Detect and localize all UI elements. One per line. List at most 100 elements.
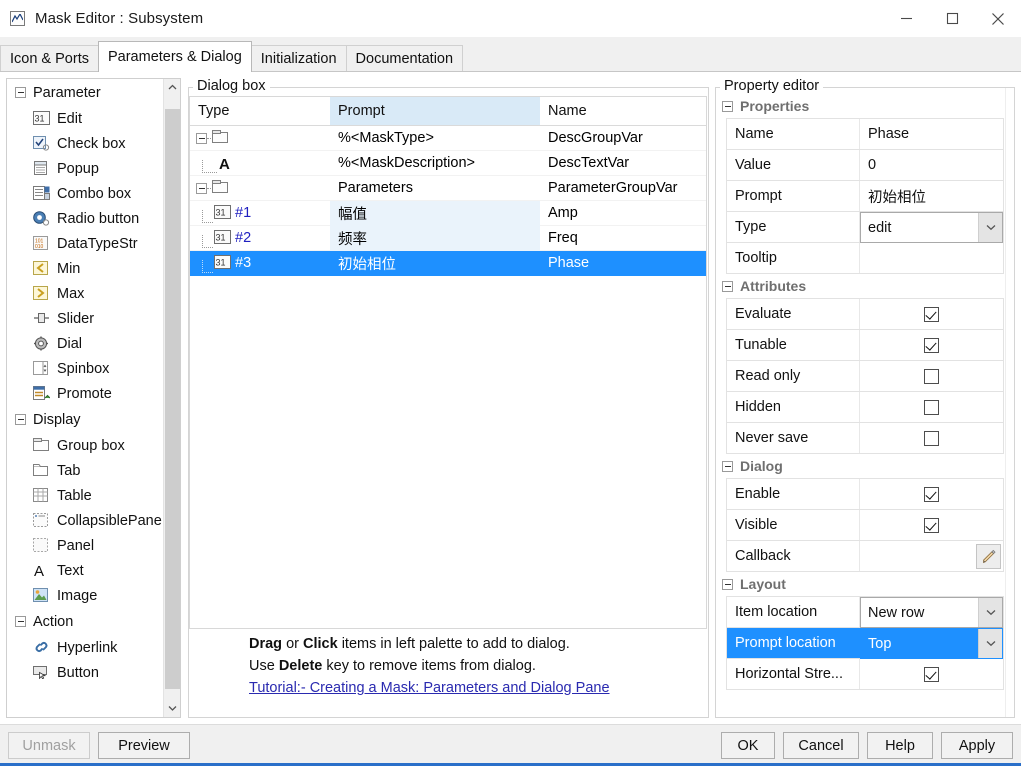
property-row-enable[interactable]: Enable <box>727 479 1003 510</box>
property-row-tunable[interactable]: Tunable <box>727 330 1003 361</box>
property-value-value[interactable]: 0 <box>860 150 1003 180</box>
palette-item-panel[interactable]: Panel <box>7 533 164 558</box>
table-row[interactable]: A %<MaskDescription> DescTextVar <box>190 151 706 176</box>
palette-item-datatypestr[interactable]: 101 010 DataTypeStr <box>7 231 164 256</box>
unmask-button[interactable]: Unmask <box>8 732 90 759</box>
property-row-type[interactable]: Type edit <box>727 212 1003 243</box>
preview-button[interactable]: Preview <box>98 732 190 759</box>
palette-item-table[interactable]: Table <box>7 483 164 508</box>
expand-collapse-icon[interactable] <box>196 132 207 144</box>
table-row[interactable]: 31 #1 幅值 Amp <box>190 200 706 226</box>
property-row-callback[interactable]: Callback <box>727 541 1003 572</box>
property-row-read-only[interactable]: Read only <box>727 361 1003 392</box>
property-row-evaluate[interactable]: Evaluate <box>727 299 1003 330</box>
palette-item-image[interactable]: Image <box>7 583 164 608</box>
maximize-icon[interactable] <box>929 0 975 37</box>
apply-button[interactable]: Apply <box>941 732 1013 759</box>
type-dropdown[interactable]: edit <box>860 212 1003 243</box>
scroll-up-icon[interactable] <box>164 79 180 96</box>
property-value-name[interactable]: Phase <box>860 119 1003 149</box>
palette-item-group-box[interactable]: Group box <box>7 433 164 458</box>
prompt-location-dropdown[interactable]: Top <box>860 628 1003 659</box>
evaluate-checkbox[interactable] <box>924 306 939 322</box>
property-value-evaluate[interactable] <box>860 299 1003 329</box>
palette-scrollbar-thumb[interactable] <box>165 109 180 689</box>
tunable-checkbox[interactable] <box>924 337 939 353</box>
property-value-callback[interactable] <box>860 541 1003 571</box>
palette-item-spinbox[interactable]: Spinbox <box>7 356 164 381</box>
section-layout[interactable]: Layout <box>716 572 1008 596</box>
table-row[interactable]: %<MaskType> DescGroupVar <box>190 126 706 151</box>
dialog-tree[interactable]: Type Prompt Name %<MaskType> DescGroupVa… <box>189 96 707 629</box>
palette-item-dial[interactable]: Dial <box>7 331 164 356</box>
property-value-hidden[interactable] <box>860 392 1003 422</box>
collapse-icon[interactable] <box>722 578 733 590</box>
collapse-icon[interactable] <box>15 87 26 98</box>
property-value-read-only[interactable] <box>860 361 1003 391</box>
property-value-item-location[interactable]: New row <box>860 597 1003 628</box>
palette-item-button[interactable]: Button <box>7 660 164 685</box>
section-properties[interactable]: Properties <box>716 94 1008 118</box>
column-header-name[interactable]: Name <box>540 97 706 125</box>
pencil-icon[interactable] <box>976 544 1001 569</box>
palette-item-radio-button[interactable]: Radio button <box>7 206 164 231</box>
ok-button[interactable]: OK <box>721 732 775 759</box>
property-value-enable[interactable] <box>860 479 1003 509</box>
table-row[interactable]: Parameters ParameterGroupVar <box>190 176 706 201</box>
column-header-type[interactable]: Type <box>190 97 330 125</box>
close-icon[interactable] <box>975 0 1021 37</box>
visible-checkbox[interactable] <box>924 517 939 533</box>
column-header-prompt[interactable]: Prompt <box>330 97 540 125</box>
tab-documentation[interactable]: Documentation <box>345 45 464 72</box>
palette-item-slider[interactable]: Slider <box>7 306 164 331</box>
horizontal-stretch-checkbox[interactable] <box>924 666 939 682</box>
property-row-visible[interactable]: Visible <box>727 510 1003 541</box>
table-row[interactable]: 31 #2 频率 Freq <box>190 225 706 251</box>
palette-item-collapsiblepane[interactable]: CollapsiblePane <box>7 508 164 533</box>
collapse-icon[interactable] <box>722 100 733 112</box>
property-row-tooltip[interactable]: Tooltip <box>727 243 1003 274</box>
tab-initialization[interactable]: Initialization <box>250 45 347 72</box>
chevron-down-icon[interactable] <box>978 598 1002 627</box>
hidden-checkbox[interactable] <box>924 399 939 415</box>
property-row-value[interactable]: Value 0 <box>727 150 1003 181</box>
tab-icon-and-ports[interactable]: Icon & Ports <box>0 45 99 72</box>
property-row-name[interactable]: Name Phase <box>727 119 1003 150</box>
palette-item-max[interactable]: Max <box>7 281 164 306</box>
palette-item-edit[interactable]: 31 Edit <box>7 106 164 131</box>
property-value-type[interactable]: edit <box>860 212 1003 243</box>
collapse-icon[interactable] <box>722 280 733 292</box>
palette-item-combo-box[interactable]: Combo box <box>7 181 164 206</box>
expand-collapse-icon[interactable] <box>196 182 207 194</box>
property-value-prompt[interactable]: 初始相位 <box>860 181 1003 211</box>
cancel-button[interactable]: Cancel <box>783 732 859 759</box>
property-row-item-location[interactable]: Item location New row <box>727 597 1003 628</box>
property-value-horizontal-stretch[interactable] <box>860 659 1003 689</box>
scroll-down-icon[interactable] <box>164 700 180 717</box>
chevron-down-icon[interactable] <box>978 629 1002 658</box>
collapse-icon[interactable] <box>15 414 26 425</box>
never-save-checkbox[interactable] <box>924 430 939 446</box>
palette-group-action[interactable]: Action <box>7 608 164 635</box>
palette-item-promote[interactable]: Promote <box>7 381 164 406</box>
palette-item-popup[interactable]: Popup <box>7 156 164 181</box>
property-value-tunable[interactable] <box>860 330 1003 360</box>
item-location-dropdown[interactable]: New row <box>860 597 1003 628</box>
property-row-hidden[interactable]: Hidden <box>727 392 1003 423</box>
section-dialog[interactable]: Dialog <box>716 454 1008 478</box>
property-row-never-save[interactable]: Never save <box>727 423 1003 454</box>
tab-parameters-and-dialog[interactable]: Parameters & Dialog <box>97 41 252 72</box>
palette-scrollbar[interactable] <box>163 79 180 717</box>
property-value-never-save[interactable] <box>860 423 1003 453</box>
palette-item-hyperlink[interactable]: Hyperlink <box>7 635 164 660</box>
enable-checkbox[interactable] <box>924 486 939 502</box>
read-only-checkbox[interactable] <box>924 368 939 384</box>
property-editor-scrollbar[interactable] <box>1005 88 1014 717</box>
property-row-prompt-location[interactable]: Prompt location Top <box>727 628 1003 659</box>
tutorial-link[interactable]: Tutorial:- Creating a Mask: Parameters a… <box>189 677 707 699</box>
palette-item-tab[interactable]: Tab <box>7 458 164 483</box>
property-value-visible[interactable] <box>860 510 1003 540</box>
help-button[interactable]: Help <box>867 732 933 759</box>
palette-item-text[interactable]: A Text <box>7 558 164 583</box>
chevron-down-icon[interactable] <box>978 213 1002 242</box>
